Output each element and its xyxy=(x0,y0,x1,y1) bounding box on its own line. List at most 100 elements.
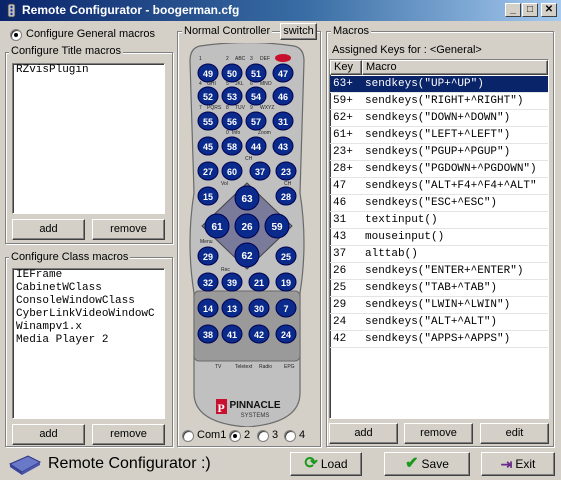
title-bar[interactable]: Remote Configurator - boogerman.cfg _ □ … xyxy=(0,0,561,21)
remote-button-62[interactable]: 62 xyxy=(234,242,260,268)
remote-button-15[interactable]: 15 xyxy=(197,186,219,206)
title-add-button[interactable]: add xyxy=(12,219,85,240)
com-port-radio[interactable] xyxy=(229,430,241,442)
macro-table-row[interactable]: 31 textinput() xyxy=(330,212,548,229)
class-macro-item[interactable]: Media Player 2 xyxy=(13,334,164,347)
remote-button-45[interactable]: 45 xyxy=(197,136,219,156)
class-macro-item[interactable]: ConsoleWindowClass xyxy=(13,295,164,308)
class-add-button[interactable]: add xyxy=(12,424,85,445)
remote-button-26[interactable]: 26 xyxy=(234,213,260,239)
macro-table-row[interactable]: 62+ sendkeys("DOWN+^DOWN") xyxy=(330,110,548,127)
macro-table-row[interactable]: 42 sendkeys("APPS+^APPS") xyxy=(330,331,548,348)
remote-button-50[interactable]: 50 xyxy=(221,63,243,83)
remote-button-19[interactable]: 19 xyxy=(275,272,297,292)
class-macro-item[interactable]: Winampv1.x xyxy=(13,321,164,334)
macro-table-row[interactable]: 47 sendkeys("ALT+F4+^F4+^ALT" xyxy=(330,178,548,195)
macros-table[interactable]: Key Macro 63+ sendkeys("UP+^UP") 59+ sendke… xyxy=(329,59,549,419)
general-macros-radio[interactable] xyxy=(10,29,22,41)
macro-table-row[interactable]: 63+ sendkeys("UP+^UP") xyxy=(330,76,548,93)
remote-button-27[interactable]: 27 xyxy=(197,161,219,181)
save-button[interactable]: ✔ Save xyxy=(384,452,470,476)
class-remove-button[interactable]: remove xyxy=(92,424,165,445)
macro-table-row[interactable]: 25 sendkeys("TAB+^TAB") xyxy=(330,280,548,297)
remote-key-label: 0 xyxy=(226,130,229,136)
macro-add-button[interactable]: add xyxy=(329,423,398,444)
remote-button-28[interactable]: 28 xyxy=(275,186,297,206)
minimize-button[interactable]: _ xyxy=(505,3,521,17)
key-column-header[interactable]: Key xyxy=(330,60,362,75)
maximize-button[interactable]: □ xyxy=(522,3,538,17)
class-macro-item[interactable]: IEFrame xyxy=(13,269,164,282)
title-macros-list[interactable]: RZvisPlugin xyxy=(12,63,165,214)
remote-button-63[interactable]: 63 xyxy=(234,185,260,211)
remote-button-31[interactable]: 31 xyxy=(272,111,294,131)
macro-edit-button[interactable]: edit xyxy=(480,423,549,444)
remote-button-code: 21 xyxy=(254,278,264,288)
com-port-radio[interactable] xyxy=(182,430,194,442)
macro-table-row[interactable]: 46 sendkeys("ESC+^ESC") xyxy=(330,195,548,212)
remote-key-label: Radio xyxy=(259,364,272,370)
remote-power-button[interactable] xyxy=(275,54,291,62)
remote-button-37[interactable]: 37 xyxy=(249,161,271,181)
macro-table-row[interactable]: 24 sendkeys("ALT+^ALT") xyxy=(330,314,548,331)
remote-button-43[interactable]: 43 xyxy=(272,136,294,156)
macro-column-header[interactable]: Macro xyxy=(362,60,548,75)
class-macro-item[interactable]: CyberLinkVideoWindowC xyxy=(13,308,164,321)
remote-button-55[interactable]: 55 xyxy=(197,111,219,131)
macro-table-row[interactable]: 43 mouseinput() xyxy=(330,229,548,246)
remote-button-41[interactable]: 41 xyxy=(221,324,243,344)
macro-remove-button[interactable]: remove xyxy=(404,423,473,444)
exit-button[interactable]: ⇥ Exit xyxy=(481,452,555,476)
remote-button-52[interactable]: 52 xyxy=(197,86,219,106)
macro-table-row[interactable]: 61+ sendkeys("LEFT+^LEFT") xyxy=(330,127,548,144)
remote-button-51[interactable]: 51 xyxy=(245,63,267,83)
remote-button-46[interactable]: 46 xyxy=(272,86,294,106)
remote-button-60[interactable]: 60 xyxy=(221,161,243,181)
footer-app-name: Remote Configurator :) xyxy=(48,455,211,472)
remote-button-59[interactable]: 59 xyxy=(264,213,290,239)
remote-button-23[interactable]: 23 xyxy=(275,161,297,181)
remote-button-38[interactable]: 38 xyxy=(197,324,219,344)
remote-button-58[interactable]: 58 xyxy=(221,136,243,156)
remote-button-47[interactable]: 47 xyxy=(272,63,294,83)
remote-button-25[interactable]: 25 xyxy=(275,246,297,266)
class-macros-list[interactable]: IEFrame CabinetWClass ConsoleWindowClass Cy… xyxy=(12,268,165,419)
title-remove-button[interactable]: remove xyxy=(92,219,165,240)
com-port-radio[interactable] xyxy=(284,430,296,442)
remote-button-code: 13 xyxy=(227,304,237,314)
remote-button-53[interactable]: 53 xyxy=(221,86,243,106)
remote-key-label: EPG xyxy=(284,364,295,370)
remote-button-61[interactable]: 61 xyxy=(204,213,230,239)
remote-button-13[interactable]: 13 xyxy=(221,298,243,318)
remote-button-49[interactable]: 49 xyxy=(197,63,219,83)
macro-table-row[interactable]: 26 sendkeys("ENTER+^ENTER") xyxy=(330,263,548,280)
remote-button-30[interactable]: 30 xyxy=(248,298,270,318)
remote-button-7[interactable]: 7 xyxy=(275,298,297,318)
macro-table-row[interactable]: 28+ sendkeys("PGDOWN+^PGDOWN") xyxy=(330,161,548,178)
remote-button-39[interactable]: 39 xyxy=(221,272,243,292)
macro-value-cell: sendkeys("ALT+^ALT") xyxy=(362,314,548,331)
remote-button-24[interactable]: 24 xyxy=(275,324,297,344)
switch-controller-button[interactable]: switch xyxy=(280,23,317,40)
macro-table-row[interactable]: 59+ sendkeys("RIGHT+^RIGHT") xyxy=(330,93,548,110)
remote-button-56[interactable]: 56 xyxy=(221,111,243,131)
remote-button-32[interactable]: 32 xyxy=(197,272,219,292)
remote-button-57[interactable]: 57 xyxy=(245,111,267,131)
title-macro-item[interactable]: RZvisPlugin xyxy=(13,64,164,77)
macro-table-row[interactable]: 29 sendkeys("LWIN+^LWIN") xyxy=(330,297,548,314)
class-macro-item[interactable]: CabinetWClass xyxy=(13,282,164,295)
remote-button-code: 45 xyxy=(203,142,213,152)
remote-button-42[interactable]: 42 xyxy=(248,324,270,344)
close-button[interactable]: ✕ xyxy=(541,3,557,17)
remote-button-code: 43 xyxy=(278,142,288,152)
macro-table-row[interactable]: 23+ sendkeys("PGUP+^PGUP") xyxy=(330,144,548,161)
remote-button-29[interactable]: 29 xyxy=(197,246,219,266)
macro-table-row[interactable]: 37 alttab() xyxy=(330,246,548,263)
remote-button-21[interactable]: 21 xyxy=(248,272,270,292)
load-button[interactable]: ⟳ Load xyxy=(290,452,362,476)
remote-button-14[interactable]: 14 xyxy=(197,298,219,318)
com-port-radio[interactable] xyxy=(257,430,269,442)
remote-button-54[interactable]: 54 xyxy=(245,86,267,106)
remote-button-44[interactable]: 44 xyxy=(245,136,267,156)
remote-button-code: 37 xyxy=(255,167,265,177)
